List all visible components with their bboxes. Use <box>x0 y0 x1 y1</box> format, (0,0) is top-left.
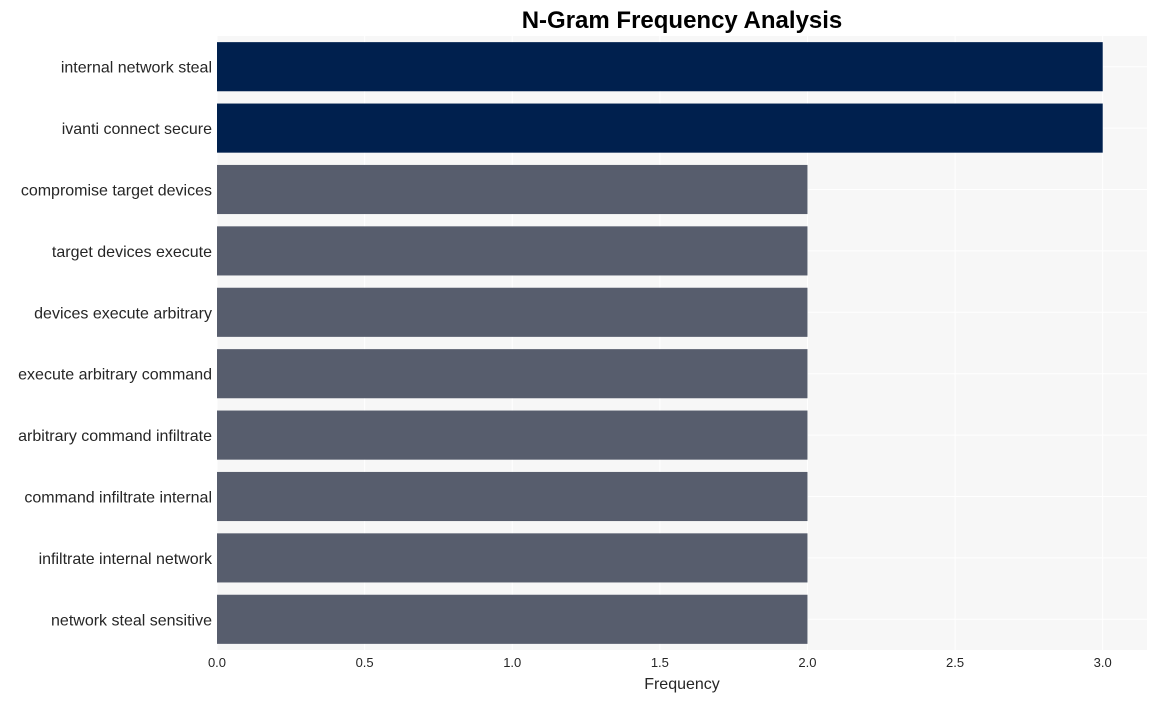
x-tick-label: 3.0 <box>1094 655 1112 670</box>
bar <box>217 594 808 644</box>
bar <box>217 226 808 276</box>
x-tick-label: 1.5 <box>651 655 669 670</box>
x-tick-label: 2.0 <box>798 655 816 670</box>
bar <box>217 349 808 399</box>
chart-title: N-Gram Frequency Analysis <box>522 7 843 34</box>
bar <box>217 42 1103 92</box>
y-tick-label: target devices execute <box>52 244 212 261</box>
x-tick-label: 2.5 <box>946 655 964 670</box>
y-tick-label: internal network steal <box>61 60 212 77</box>
y-tick-label: compromise target devices <box>21 183 212 200</box>
x-tick-labels: 0.0 0.5 1.0 1.5 2.0 2.5 3.0 <box>208 655 1112 670</box>
y-tick-label: devices execute arbitrary <box>34 305 212 322</box>
x-tick-label: 0.5 <box>356 655 374 670</box>
y-tick-label: network steal sensitive <box>51 612 212 629</box>
bar <box>217 533 808 583</box>
bar <box>217 410 808 460</box>
y-tick-label: execute arbitrary command <box>18 367 212 384</box>
bar <box>217 103 1103 153</box>
y-tick-label: ivanti connect secure <box>62 121 212 138</box>
y-tick-label: arbitrary command infiltrate <box>18 428 212 445</box>
bar <box>217 164 808 215</box>
bar <box>217 471 808 522</box>
x-tick-label: 0.0 <box>208 655 226 670</box>
ngram-bar-chart: N-Gram Frequency Analysis internal netwo… <box>18 7 1147 693</box>
y-tick-labels: internal network steal ivanti connect sec… <box>18 60 213 630</box>
y-tick-label: infiltrate internal network <box>39 551 213 568</box>
x-axis-label: Frequency <box>644 676 720 693</box>
y-tick-label: command infiltrate internal <box>24 490 212 507</box>
x-tick-label: 1.0 <box>503 655 521 670</box>
bar <box>217 287 808 337</box>
